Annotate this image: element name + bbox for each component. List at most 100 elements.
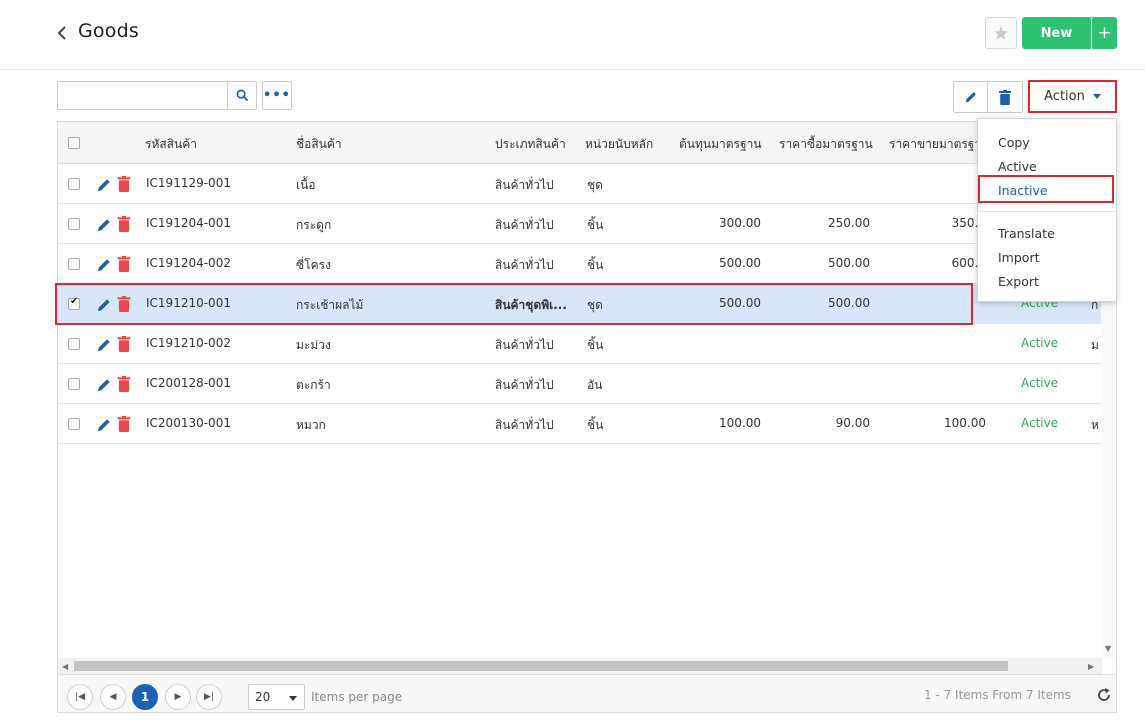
cell-type: สินค้าทั่วไป xyxy=(495,178,554,192)
back-chevron-icon[interactable] xyxy=(55,22,69,44)
pagination-info: 1 - 7 Items From 7 Items xyxy=(924,688,1071,702)
cell-code: IC191129-001 xyxy=(146,176,231,190)
row-checkbox[interactable] xyxy=(68,378,80,390)
trash-icon[interactable] xyxy=(117,416,131,432)
chevron-down-icon xyxy=(289,696,297,701)
cell-cost: 300.00 xyxy=(719,216,761,230)
row-checkbox[interactable] xyxy=(68,218,80,230)
cell-cost: 100.00 xyxy=(719,416,761,430)
search-input[interactable] xyxy=(57,81,228,110)
toolbar-delete-button[interactable] xyxy=(988,81,1023,113)
last-page-icon: ▶| xyxy=(204,692,214,702)
horizontal-scroll-thumb[interactable] xyxy=(74,661,1008,671)
column-header-sell-price[interactable]: ราคาขายมาตรฐา xyxy=(889,135,981,154)
select-all-checkbox[interactable] xyxy=(68,137,80,149)
more-options-button[interactable]: ••• xyxy=(262,81,292,110)
trash-icon[interactable] xyxy=(117,216,131,232)
pencil-icon[interactable] xyxy=(96,217,112,233)
cell-name: ซี่โครง xyxy=(296,258,331,272)
cell-unit: อัน xyxy=(587,378,603,392)
table-row[interactable]: IC191129-001 เนื้อ สินค้าทั่วไป ชุด xyxy=(58,164,1116,204)
column-header-unit[interactable]: หน่วยนับหลัก xyxy=(585,135,653,154)
cell-code: IC200130-001 xyxy=(146,416,231,430)
menu-item-active[interactable]: Active xyxy=(998,159,1037,174)
toolbar-edit-button[interactable] xyxy=(953,81,988,113)
first-page-icon: |◀ xyxy=(75,692,85,702)
table-row[interactable]: IC191210-002 มะม่วง สินค้าทั่วไป ชิ้น Active… xyxy=(58,324,1116,364)
cell-name: มะม่วง xyxy=(296,338,331,352)
last-page-button[interactable]: ▶| xyxy=(196,684,222,710)
prev-page-button[interactable]: ◀ xyxy=(100,684,126,710)
scroll-down-icon[interactable]: ▼ xyxy=(1105,644,1111,653)
search-button[interactable] xyxy=(227,81,257,110)
menu-item-export[interactable]: Export xyxy=(998,274,1039,289)
cell-status: Active xyxy=(1021,376,1059,390)
cell-buy-price: 250.00 xyxy=(828,216,870,230)
column-header-cost[interactable]: ต้นทุนมาตรฐาน xyxy=(679,135,762,154)
table-row[interactable]: IC200128-001 ตะกร้า สินค้าทั่วไป อัน Active xyxy=(58,364,1116,404)
page-header: Goods New + xyxy=(0,0,1145,70)
trash-icon[interactable] xyxy=(117,176,131,192)
first-page-button[interactable]: |◀ xyxy=(67,684,93,710)
row-checkbox[interactable] xyxy=(68,338,80,350)
current-page-button[interactable]: 1 xyxy=(132,684,158,710)
cell-unit: ชุด xyxy=(587,178,603,192)
chevron-down-icon xyxy=(1092,94,1101,99)
table-row[interactable]: IC191204-001 กระดูก สินค้าทั่วไป ชิ้น 300.00… xyxy=(58,204,1116,244)
cell-type: สินค้าทั่วไป xyxy=(495,338,554,352)
cell-unit: ชิ้น xyxy=(587,258,604,272)
cell-cost: 500.00 xyxy=(719,296,761,310)
trash-icon[interactable] xyxy=(117,336,131,352)
pencil-icon[interactable] xyxy=(96,417,112,433)
cell-code: IC191210-001 xyxy=(146,296,231,310)
table-row[interactable]: IC191210-001 กระเช้าผลไม้ สินค้าชุดพิเ... ช… xyxy=(58,284,1116,324)
new-dropdown-button[interactable]: + xyxy=(1092,17,1117,49)
cell-unit: ชิ้น xyxy=(587,218,604,232)
page-size-select[interactable]: 20 xyxy=(248,684,305,710)
cell-type: สินค้าทั่วไป xyxy=(495,218,554,232)
table-row[interactable]: IC200130-001 หมวก สินค้าทั่วไป ชิ้น 100.00 90… xyxy=(58,404,1116,444)
trash-icon[interactable] xyxy=(117,256,131,272)
next-page-button[interactable]: ▶ xyxy=(165,684,191,710)
row-checkbox[interactable] xyxy=(68,296,80,310)
pencil-icon[interactable] xyxy=(96,257,112,273)
column-header-code[interactable]: รหัสสินค้า xyxy=(145,135,197,154)
scroll-left-icon[interactable]: ◀ xyxy=(62,662,68,671)
cell-buy-price: 500.00 xyxy=(828,256,870,270)
table-row[interactable]: IC191204-002 ซี่โครง สินค้าทั่วไป ชิ้น 500.0… xyxy=(58,244,1116,284)
pencil-icon[interactable] xyxy=(96,377,112,393)
items-per-page-label: Items per page xyxy=(311,690,403,704)
cell-extra: ห xyxy=(1091,418,1099,432)
pencil-icon[interactable] xyxy=(96,337,112,353)
scroll-right-icon[interactable]: ▶ xyxy=(1088,662,1094,671)
horizontal-scrollbar[interactable]: ◀ ▶ xyxy=(58,658,1102,674)
menu-divider xyxy=(978,211,1116,212)
trash-icon[interactable] xyxy=(117,376,131,392)
cell-type: สินค้าทั่วไป xyxy=(495,418,554,432)
new-button[interactable]: New xyxy=(1022,17,1091,49)
cell-name: กระเช้าผลไม้ xyxy=(296,298,364,312)
pencil-icon[interactable] xyxy=(96,177,112,193)
refresh-icon[interactable] xyxy=(1096,687,1112,703)
menu-item-translate[interactable]: Translate xyxy=(998,226,1055,241)
cell-buy-price: 90.00 xyxy=(835,416,870,430)
cell-unit: ชิ้น xyxy=(587,338,604,352)
column-header-name[interactable]: ชื่อสินค้า xyxy=(296,135,342,154)
cell-unit: ชุด xyxy=(587,298,603,312)
pencil-icon[interactable] xyxy=(96,297,112,313)
column-header-buy-price[interactable]: ราคาซื้อมาตรฐาน xyxy=(779,135,873,154)
cell-unit: ชิ้น xyxy=(587,418,604,432)
row-checkbox[interactable] xyxy=(68,178,80,190)
search-icon xyxy=(236,89,248,102)
action-button[interactable]: Action xyxy=(1028,80,1117,113)
row-checkbox[interactable] xyxy=(68,258,80,270)
row-checkbox[interactable] xyxy=(68,418,80,430)
menu-item-import[interactable]: Import xyxy=(998,250,1040,265)
menu-item-copy[interactable]: Copy xyxy=(998,135,1030,150)
trash-icon xyxy=(999,89,1011,105)
column-header-type[interactable]: ประเภทสินค้า xyxy=(495,135,566,154)
cell-sell-price: 600.0 xyxy=(951,256,986,270)
trash-icon[interactable] xyxy=(117,296,131,312)
favorite-button[interactable] xyxy=(985,17,1017,49)
cell-code: IC191210-002 xyxy=(146,336,231,350)
